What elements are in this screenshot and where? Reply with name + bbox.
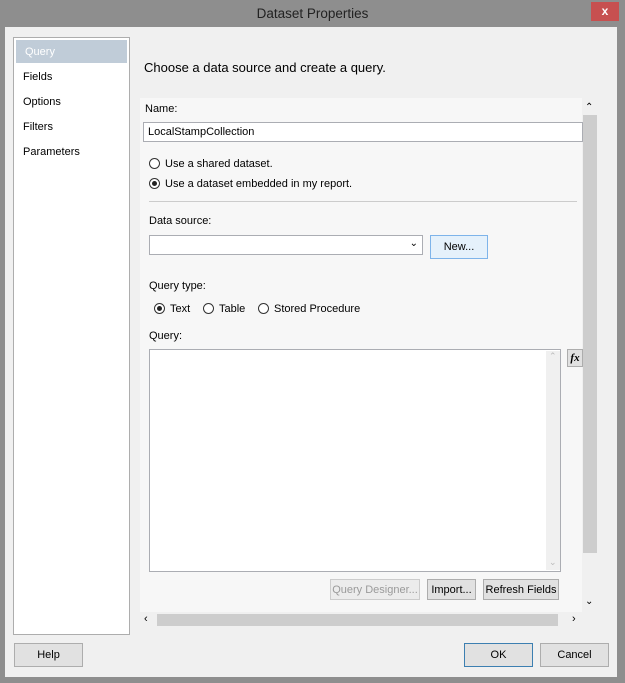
query-type-table-label: Table: [219, 303, 246, 315]
embedded-dataset-label: Use a dataset embedded in my report.: [165, 178, 353, 190]
nav-item-filters[interactable]: Filters: [14, 115, 129, 140]
divider: [149, 201, 577, 202]
sidebar-nav: Query Fields Options Filters Parameters: [13, 37, 130, 635]
cancel-button[interactable]: Cancel: [540, 643, 609, 667]
query-type-text-label: Text: [170, 303, 191, 315]
query-type-text-radio[interactable]: [154, 303, 165, 314]
shared-dataset-label: Use a shared dataset.: [165, 158, 273, 170]
query-label: Query:: [149, 330, 183, 342]
name-input[interactable]: [143, 122, 583, 142]
horizontal-scroll-thumb[interactable]: [157, 614, 558, 626]
ok-button[interactable]: OK: [464, 643, 533, 667]
page-heading: Choose a data source and create a query.: [144, 60, 386, 75]
window-title: Dataset Properties: [256, 6, 369, 21]
scroll-left-icon[interactable]: ‹: [144, 613, 148, 625]
query-type-stored-procedure-label: Stored Procedure: [274, 303, 361, 315]
refresh-fields-button[interactable]: Refresh Fields: [483, 579, 559, 600]
nav-item-parameters[interactable]: Parameters: [14, 140, 129, 165]
help-button[interactable]: Help: [14, 643, 83, 667]
query-scrollbar[interactable]: ⌃ ⌄: [546, 351, 560, 570]
close-button[interactable]: x: [591, 2, 619, 21]
nav-item-query[interactable]: Query: [15, 39, 128, 64]
datasource-label: Data source:: [149, 215, 212, 227]
query-type-stored-procedure-radio[interactable]: [258, 303, 269, 314]
query-type-label: Query type:: [149, 280, 206, 292]
import-button[interactable]: Import...: [427, 579, 476, 600]
datasource-select[interactable]: ⌄: [149, 235, 423, 255]
shared-dataset-radio[interactable]: [149, 158, 160, 169]
nav-item-fields[interactable]: Fields: [14, 65, 129, 90]
scroll-up-icon[interactable]: ⌃: [549, 351, 557, 362]
vertical-scrollbar[interactable]: ⌃ ⌄: [583, 100, 597, 612]
scroll-up-icon[interactable]: ⌃: [585, 102, 593, 113]
scroll-down-icon[interactable]: ⌄: [585, 596, 593, 607]
query-textarea[interactable]: [149, 349, 561, 572]
expression-button[interactable]: fx: [567, 349, 583, 367]
nav-item-options[interactable]: Options: [14, 90, 129, 115]
scroll-right-icon[interactable]: ›: [572, 613, 576, 625]
horizontal-scrollbar[interactable]: ‹ ›: [140, 613, 582, 627]
scroll-down-icon[interactable]: ⌄: [549, 557, 557, 568]
embedded-dataset-radio[interactable]: [149, 178, 160, 189]
query-type-table-radio[interactable]: [203, 303, 214, 314]
query-designer-button[interactable]: Query Designer...: [330, 579, 420, 600]
vertical-scroll-thumb[interactable]: [583, 115, 597, 553]
name-label: Name:: [145, 103, 178, 115]
new-datasource-button[interactable]: New...: [430, 235, 488, 259]
chevron-down-icon: ⌄: [409, 238, 418, 249]
